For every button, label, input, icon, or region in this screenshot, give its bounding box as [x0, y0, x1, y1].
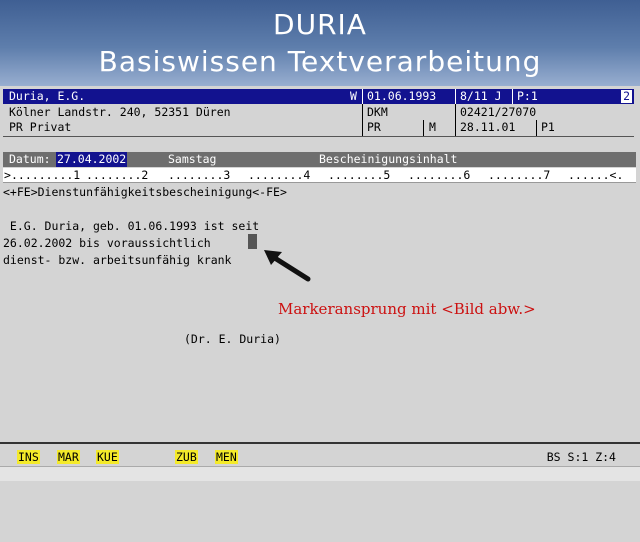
document-line: 26.02.2002 bis voraussichtlich: [3, 236, 211, 250]
separator: [455, 104, 456, 136]
ruler-mark: ........2: [86, 168, 149, 182]
key-ins[interactable]: INS: [17, 450, 40, 464]
document-text-area[interactable]: <+FE>Dienstunfähigkeitsbescheinigung<-FE…: [3, 184, 287, 268]
date-field[interactable]: 27.04.2002: [56, 152, 128, 167]
function-key-bar: INS MAR KUE ZUB MEN BS S:1 Z:4: [0, 442, 640, 468]
status-indicator: BS S:1 Z:4: [546, 450, 616, 464]
patient-header-bar: Duria, E.G. W 01.06.1993 8/11 J P:1 2: [3, 89, 634, 104]
separator: [512, 89, 513, 104]
patient-info-block: Kölner Landstr. 240, 52351 Düren PR Priv…: [3, 104, 634, 137]
number-badge: 2: [621, 89, 632, 103]
patient-address: Kölner Landstr. 240, 52351 Düren: [9, 105, 231, 119]
annotation-label: Markeransprung mit <Bild abw.>: [278, 300, 536, 318]
tab-ruler[interactable]: > .........1 ........2 ........3 .......…: [3, 168, 636, 183]
type-code: PR: [367, 120, 381, 134]
separator: [362, 89, 363, 104]
patient-name: Duria, E.G.: [9, 89, 86, 103]
weekday: Samstag: [168, 152, 217, 166]
key-kue[interactable]: KUE: [96, 450, 119, 464]
signature: (Dr. E. Duria): [184, 332, 281, 346]
ruler-mark: ......<.: [568, 168, 624, 182]
ruler-mark: ........6: [408, 168, 471, 182]
key-mar[interactable]: MAR: [57, 450, 80, 464]
document-line: dienst- bzw. arbeitsunfähig krank: [3, 253, 232, 267]
patient-flag: W: [350, 89, 357, 103]
datum-label: Datum:: [9, 152, 51, 166]
patient-birthdate: 01.06.1993: [367, 89, 437, 103]
section-title: Bescheinigungsinhalt: [319, 152, 458, 166]
separator: [362, 104, 363, 136]
separator: [536, 120, 537, 136]
ruler-mark: ........3: [168, 168, 231, 182]
ruler-mark: ........4: [248, 168, 311, 182]
app-title: DURIA: [273, 8, 367, 41]
patient-type: PR Privat: [9, 120, 72, 134]
title-banner: DURIA Basiswissen Textverarbeitung: [0, 0, 640, 86]
ruler-mark: ........7: [488, 168, 551, 182]
app-subtitle: Basiswissen Textverarbeitung: [98, 45, 542, 78]
key-men[interactable]: MEN: [215, 450, 238, 464]
bottom-strip: [0, 466, 640, 481]
last-date: 28.11.01: [460, 120, 516, 134]
last-page: P1: [541, 120, 555, 134]
insurance: DKM: [367, 105, 388, 119]
patient-age: 8/11 J: [460, 89, 502, 103]
page-indicator: P:1: [517, 89, 538, 103]
separator: [455, 89, 456, 104]
ruler-mark: .........1: [11, 168, 81, 182]
key-zub[interactable]: ZUB: [175, 450, 198, 464]
gender: M: [429, 120, 436, 134]
datum-bar: Datum: 27.04.2002 Samstag Bescheinigungs…: [3, 152, 636, 167]
separator: [423, 120, 424, 136]
document-line: <+FE>Dienstunfähigkeitsbescheinigung<-FE…: [3, 185, 287, 199]
ruler-start: >: [4, 168, 11, 182]
text-cursor: [248, 234, 257, 249]
ruler-mark: ........5: [328, 168, 391, 182]
document-line: E.G. Duria, geb. 01.06.1993 ist seit: [3, 219, 260, 233]
phone: 02421/27070: [460, 105, 537, 119]
arrow-icon: [264, 250, 311, 282]
